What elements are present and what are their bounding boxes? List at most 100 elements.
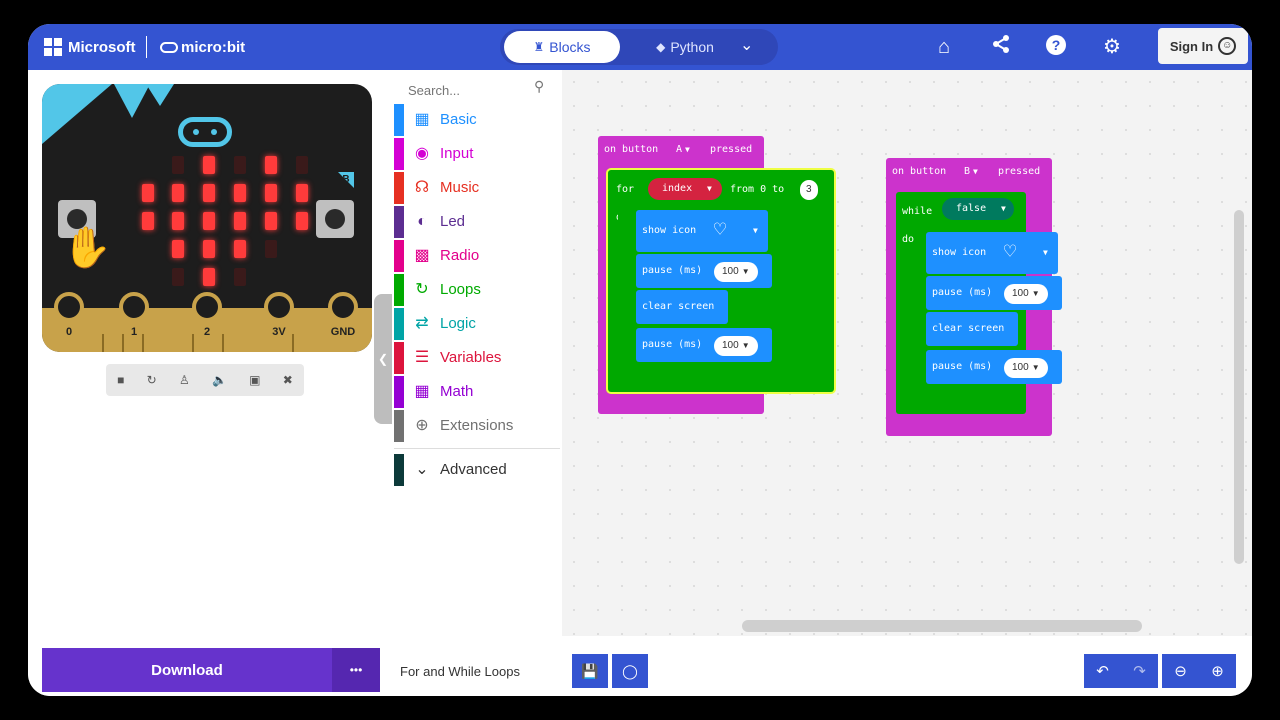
github-icon: ◯ <box>622 662 638 679</box>
clear-screen-block[interactable]: clear screen <box>926 312 1018 346</box>
microsoft-logo[interactable]: Microsoft <box>44 24 136 70</box>
button-b-dropdown[interactable]: B ▼ <box>964 166 978 177</box>
help-icon[interactable]: ? <box>1043 34 1069 60</box>
download-button[interactable]: Download <box>42 648 332 692</box>
button-b[interactable] <box>316 200 354 238</box>
pause-value-dropdown[interactable]: 100 ▼ <box>1004 358 1048 378</box>
github-button[interactable]: ◯ <box>612 654 648 688</box>
pause-value-dropdown[interactable]: 100 ▼ <box>714 262 758 282</box>
pin-1[interactable] <box>119 292 149 322</box>
variable-name: index <box>662 183 693 194</box>
pin-2[interactable] <box>192 292 222 322</box>
category-basic[interactable]: ▦ Basic <box>394 104 560 136</box>
pause-label: pause (ms) <box>932 287 993 298</box>
pause-value-dropdown[interactable]: 100 ▼ <box>714 336 758 356</box>
category-logic[interactable]: ⇄ Logic <box>394 308 560 340</box>
zoom-out-icon[interactable]: ⊖ <box>1162 654 1199 688</box>
led <box>172 156 184 174</box>
category-label: Loops <box>440 281 481 298</box>
category-extensions[interactable]: ⊕ Extensions <box>394 410 560 442</box>
python-icon: ◆ <box>656 40 666 54</box>
category-color-bar <box>394 240 404 272</box>
stop-icon[interactable]: ■ <box>117 373 124 387</box>
mute-icon[interactable]: 🔈 <box>212 373 227 387</box>
fullscreen-icon[interactable]: ✖ <box>283 373 293 387</box>
led <box>142 212 154 230</box>
button-a-dropdown[interactable]: A ▼ <box>676 144 690 155</box>
clear-screen-block[interactable]: clear screen <box>636 290 728 324</box>
for-label: for <box>616 184 635 195</box>
search-input[interactable] <box>406 78 540 102</box>
led <box>172 212 184 230</box>
category-color-bar <box>394 206 404 238</box>
category-radio[interactable]: ▩ Radio <box>394 240 560 272</box>
gear-icon[interactable]: ⚙ <box>1099 34 1125 60</box>
tab-blocks[interactable]: ♜ Blocks <box>504 31 620 63</box>
led <box>296 184 308 202</box>
pin-label: 0 <box>65 326 73 338</box>
project-name-input[interactable] <box>398 654 574 688</box>
vertical-scrollbar[interactable] <box>1234 210 1244 564</box>
corner-decoration <box>146 84 174 106</box>
category-input[interactable]: ◉ Input <box>394 138 560 170</box>
pin-0[interactable] <box>54 292 84 322</box>
restart-icon[interactable]: ↻ <box>147 373 157 387</box>
microbit-icon <box>160 41 178 53</box>
led <box>265 184 277 202</box>
category-color-bar <box>394 454 404 486</box>
logo-touch-sensor[interactable] <box>178 117 232 147</box>
debug-icon[interactable]: ♙ <box>179 373 190 387</box>
dropdown-arrow-icon: ▼ <box>1031 289 1040 298</box>
show-icon-block[interactable]: show icon ♡ ▼ <box>926 232 1058 274</box>
pin-3v[interactable] <box>264 292 294 322</box>
microbit-simulator[interactable]: B 0 1 2 3V GND ✋ <box>42 84 372 352</box>
to-value-input[interactable]: 3 <box>800 180 818 200</box>
variable-index-dropdown[interactable]: index ▼ <box>648 178 722 200</box>
chevron-down-icon[interactable]: ⌄ <box>740 35 753 55</box>
toggle-icon: ◐ <box>417 213 427 230</box>
pause-value: 100 <box>1012 362 1029 373</box>
category-led[interactable]: ◐ Led <box>394 206 560 238</box>
horizontal-scrollbar[interactable] <box>742 620 1142 632</box>
category-math[interactable]: ▦ Math <box>394 376 560 408</box>
editor-toggle: ♜ Blocks ◆ Python ⌄ <box>500 29 778 65</box>
bottom-toolbar: Download ••• 💾 ◯ ↶ ↷ ⊖ ⊕ <box>28 636 1252 696</box>
home-icon[interactable]: ⌂ <box>931 34 957 60</box>
show-icon-block[interactable]: show icon ♡ ▼ <box>636 210 768 252</box>
category-label: Basic <box>440 111 477 128</box>
category-music[interactable]: ☊ Music <box>394 172 560 204</box>
screenshot-icon[interactable]: ▣ <box>249 373 260 387</box>
save-button[interactable]: 💾 <box>572 654 608 688</box>
redo-icon[interactable]: ↷ <box>1121 654 1158 688</box>
pause-value-dropdown[interactable]: 100 ▼ <box>1004 284 1048 304</box>
led <box>234 156 246 174</box>
calculator-icon: ▦ <box>414 383 430 400</box>
dropdown-arrow-icon: ▼ <box>685 145 690 154</box>
heart-icon[interactable]: ♡ <box>714 218 726 240</box>
corner-decoration <box>114 84 150 118</box>
heart-icon[interactable]: ♡ <box>1004 240 1016 262</box>
led <box>142 184 154 202</box>
zoom-in-icon[interactable]: ⊕ <box>1199 654 1236 688</box>
share-icon[interactable] <box>988 34 1014 60</box>
blocks-workspace[interactable]: on button A▼ pressed for do from 0 to in… <box>562 70 1252 636</box>
condition-value: false <box>956 203 987 214</box>
sign-in-button[interactable]: Sign In ☺ <box>1158 28 1248 64</box>
search-icon[interactable]: ⚲ <box>534 78 548 94</box>
download-more-button[interactable]: ••• <box>332 648 380 692</box>
category-color-bar <box>394 104 404 136</box>
collapse-simulator-handle[interactable]: ❮ <box>374 294 392 424</box>
tab-python[interactable]: ◆ Python <box>640 31 730 63</box>
undo-icon[interactable]: ↶ <box>1084 654 1121 688</box>
edge-stripe <box>102 334 104 352</box>
category-advanced[interactable]: ⌄ Advanced <box>394 454 560 486</box>
dropdown-arrow-icon: ▼ <box>741 267 750 276</box>
led <box>234 268 246 286</box>
category-loops[interactable]: ↻ Loops <box>394 274 560 306</box>
category-variables[interactable]: ☰ Variables <box>394 342 560 374</box>
microbit-logo[interactable]: micro:bit <box>160 24 245 70</box>
svg-text:?: ? <box>1052 37 1061 53</box>
pin-gnd[interactable] <box>328 292 358 322</box>
microbit-label: micro:bit <box>181 38 246 56</box>
condition-false-dropdown[interactable]: false ▼ <box>942 198 1014 220</box>
